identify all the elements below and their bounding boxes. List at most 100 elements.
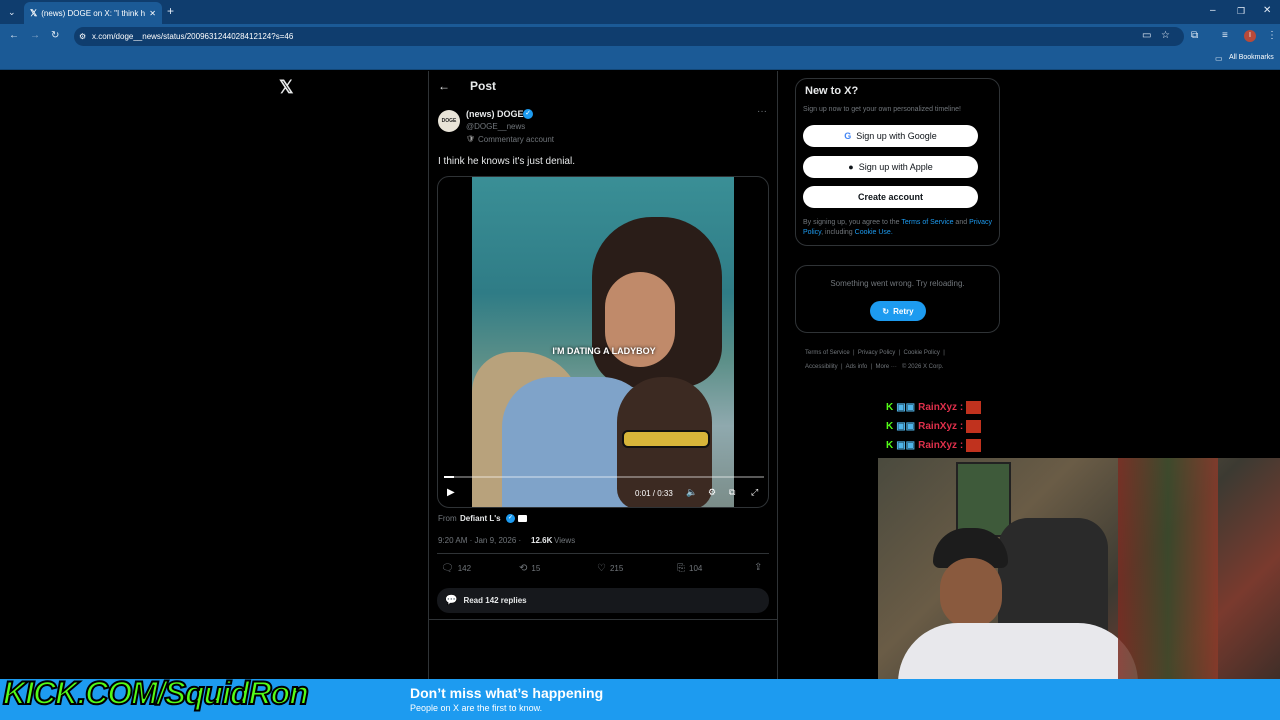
- video-caption: I'M DATING A LADYBOY: [552, 346, 656, 356]
- google-signup-button[interactable]: G Sign up with Google: [803, 125, 978, 147]
- footer-copyright: © 2026 X Corp.: [901, 364, 944, 370]
- repost-icon: ⟲: [519, 563, 528, 574]
- menu-icon[interactable]: ⋮: [1267, 30, 1277, 42]
- video-progress-fill: [444, 476, 454, 478]
- views-count: 12.6K: [531, 536, 553, 545]
- chat-username: RainXyz :: [918, 402, 964, 413]
- play-icon[interactable]: ▶: [447, 487, 455, 498]
- x-logo[interactable]: 𝕏: [279, 77, 294, 98]
- close-window-icon[interactable]: ✕: [1263, 5, 1271, 17]
- settings-icon[interactable]: ⚙: [708, 487, 716, 498]
- create-account-label: Create account: [857, 192, 924, 202]
- minimize-icon[interactable]: –: [1210, 5, 1216, 17]
- maximize-icon[interactable]: ❐: [1237, 5, 1245, 17]
- verified-badge-icon: ✓: [523, 109, 533, 119]
- tab-list-icon[interactable]: ⌄: [8, 6, 16, 18]
- google-signup-label: Sign up with Google: [856, 131, 937, 141]
- create-account-button[interactable]: Create account: [803, 186, 978, 208]
- kick-badge-icon: K: [886, 440, 894, 451]
- webcam-streamer-face: [940, 558, 1002, 628]
- reply-count: 142: [457, 564, 472, 573]
- forward-icon[interactable]: →: [30, 30, 40, 42]
- page-title: Post: [470, 79, 497, 93]
- footer-more[interactable]: More ···: [876, 364, 897, 370]
- footer-cookie[interactable]: Cookie Policy: [904, 350, 940, 356]
- video-time: 0:01 / 0:33: [635, 489, 673, 498]
- new-to-x-subtitle: Sign up now to get your own personalized…: [803, 106, 961, 113]
- pip-icon[interactable]: ⧉: [729, 487, 735, 498]
- timestamp[interactable]: 9:20 AM · Jan 9, 2026 ·: [438, 536, 521, 545]
- chat-username: RainXyz :: [918, 440, 964, 451]
- badge-icon: ▣▣: [896, 402, 916, 413]
- address-bar-row: ← → ↻ ⚙ x.com/doge__news/status/20096312…: [0, 24, 1280, 49]
- error-text: Something went wrong. Try reloading.: [830, 279, 965, 288]
- site-info-icon[interactable]: ⚙: [79, 27, 86, 46]
- legal-and: and: [955, 219, 968, 226]
- like-button[interactable]: ♡ 215: [597, 563, 623, 574]
- read-replies-label: Read 142 replies: [463, 596, 527, 605]
- bookmark-button[interactable]: ⎘ 104: [677, 563, 702, 574]
- new-to-x-title: New to X?: [805, 85, 859, 97]
- commentary-icon: 🛡: [466, 136, 475, 143]
- retry-icon: ↻: [882, 306, 890, 316]
- bookmark-star-icon[interactable]: ☆: [1161, 30, 1170, 42]
- author-name[interactable]: (news) DOGE: [466, 109, 524, 119]
- video-frame: [472, 177, 734, 507]
- video-sunglasses: [622, 430, 710, 448]
- badge-icon: ▣▣: [896, 440, 916, 451]
- browser-tab-bar: ⌄ 𝕏 (news) DOGE on X: "I think he k ✕ + …: [0, 0, 1280, 24]
- terms-link[interactable]: Terms of Service: [901, 219, 953, 226]
- all-bookmarks[interactable]: All Bookmarks: [1229, 54, 1274, 61]
- kick-badge-icon: K: [886, 421, 894, 432]
- new-tab-icon[interactable]: +: [167, 5, 174, 17]
- close-tab-icon[interactable]: ✕: [149, 9, 156, 18]
- legal-including: , including: [821, 229, 853, 236]
- author-handle[interactable]: @DOGE__news: [466, 122, 525, 131]
- fullscreen-icon[interactable]: ⤢: [751, 487, 758, 498]
- avatar[interactable]: DOGE: [438, 110, 460, 132]
- google-icon: G: [844, 131, 852, 141]
- browser-tab[interactable]: 𝕏 (news) DOGE on X: "I think he k ✕: [24, 2, 162, 24]
- volume-icon[interactable]: 🔈: [686, 487, 697, 498]
- heart-icon: ♡: [597, 563, 606, 574]
- banner-subtitle: People on X are the first to know.: [410, 703, 543, 713]
- profile-avatar[interactable]: I: [1244, 30, 1256, 42]
- url-field[interactable]: ⚙ x.com/doge__news/status/20096312440284…: [74, 27, 1184, 46]
- retry-label: Retry: [893, 306, 914, 316]
- retry-button[interactable]: ↻ Retry: [870, 301, 926, 321]
- url-text: x.com/doge__news/status/2009631244028412…: [92, 32, 294, 41]
- repost-count: 15: [531, 564, 541, 573]
- chat-username: RainXyz :: [918, 421, 964, 432]
- video-progress-track[interactable]: [444, 476, 764, 478]
- install-app-icon[interactable]: ▭: [1142, 30, 1151, 42]
- footer-tos[interactable]: Terms of Service: [805, 350, 850, 356]
- back-arrow-icon[interactable]: ←: [438, 79, 450, 93]
- like-count: 215: [609, 564, 624, 573]
- bookmark-icon: ⎘: [677, 563, 685, 574]
- from-name[interactable]: Defiant L's: [460, 514, 501, 523]
- x-favicon-icon: 𝕏: [30, 7, 38, 18]
- banner-title: Don’t miss what’s happening: [410, 685, 604, 701]
- speech-bubble-icon: 💬: [445, 595, 458, 606]
- emote-icon: [966, 420, 982, 433]
- more-options-icon[interactable]: ···: [757, 106, 767, 117]
- footer-ads[interactable]: Ads info: [846, 364, 868, 370]
- extensions-icon[interactable]: ⧉: [1191, 30, 1198, 42]
- repost-button[interactable]: ⟲ 15: [519, 563, 540, 574]
- emote-icon: [966, 401, 982, 414]
- footer-privacy[interactable]: Privacy Policy: [858, 350, 895, 356]
- apple-signup-label: Sign up with Apple: [858, 162, 933, 172]
- cookie-link[interactable]: Cookie Use.: [855, 229, 893, 236]
- apple-signup-button[interactable]: ● Sign up with Apple: [803, 156, 978, 178]
- reload-icon[interactable]: ↻: [51, 30, 59, 42]
- read-replies-button[interactable]: 💬 Read 142 replies: [437, 588, 769, 613]
- reply-button[interactable]: 🗨 142: [441, 563, 471, 574]
- media-icon[interactable]: ≡: [1222, 30, 1228, 42]
- video-player[interactable]: I'M DATING A LADYBOY ▶ 0:01 / 0:33 🔈 ⚙ ⧉…: [437, 176, 769, 508]
- error-card: [795, 265, 1000, 333]
- footer-links: Terms of Service | Privacy Policy | Cook…: [805, 350, 945, 370]
- kick-badge-icon: K: [886, 402, 894, 413]
- footer-accessibility[interactable]: Accessibility: [805, 364, 838, 370]
- share-icon[interactable]: ⇪: [754, 562, 762, 573]
- back-icon[interactable]: ←: [9, 30, 19, 42]
